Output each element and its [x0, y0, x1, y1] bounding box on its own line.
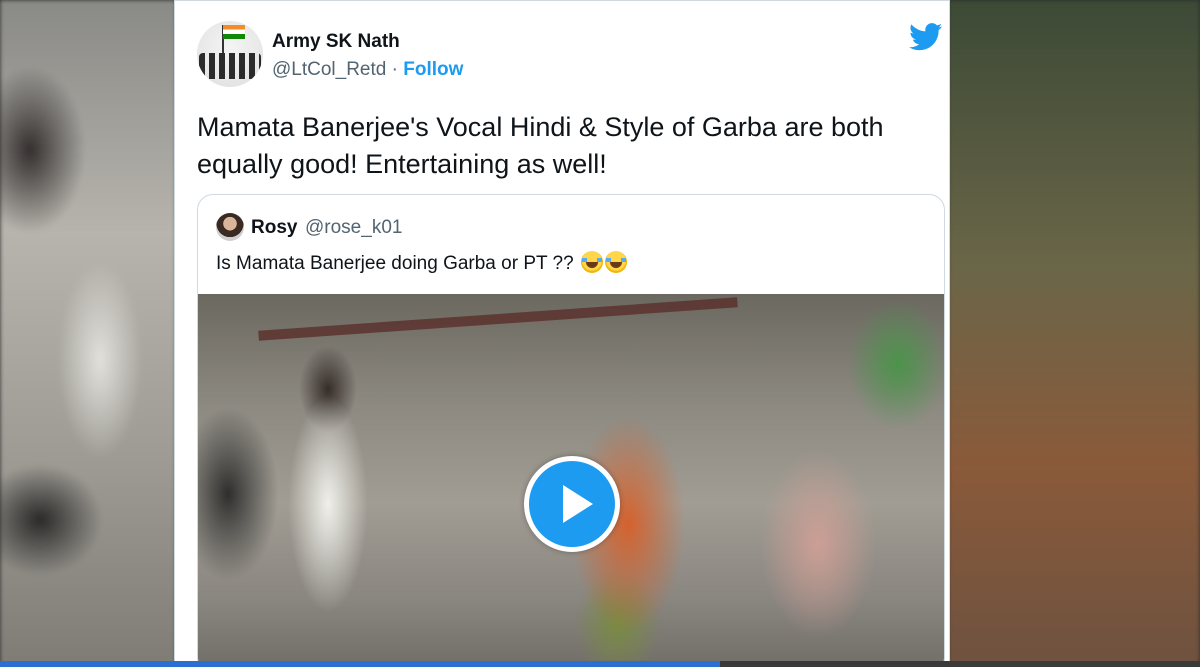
indian-flag-icon — [223, 25, 245, 39]
quoted-tweet-text-body: Is Mamata Banerjee doing Garba or PT ?? — [216, 253, 574, 274]
quoted-author-avatar[interactable] — [216, 213, 244, 241]
video-background-left — [0, 0, 176, 667]
tweet-card: Army SK Nath @LtCol_Retd · Follow Mamata… — [174, 0, 950, 667]
quoted-tweet-text: Is Mamata Banerjee doing Garba or PT ?? — [216, 251, 627, 275]
follow-button[interactable]: Follow — [403, 59, 463, 80]
tears-of-joy-emoji-icon — [580, 251, 603, 273]
author-handle[interactable]: @LtCol_Retd — [272, 59, 386, 80]
quoted-author-name: Rosy — [251, 217, 298, 238]
author-handle-row: @LtCol_Retd · Follow — [272, 59, 463, 81]
quoted-author-handle: @rose_k01 — [305, 217, 403, 238]
video-progress-bar[interactable] — [0, 661, 1200, 667]
video-frame-scene — [258, 297, 738, 341]
twitter-bird-icon[interactable] — [909, 23, 943, 51]
play-icon[interactable] — [524, 456, 620, 552]
video-background-right — [948, 0, 1200, 667]
author-avatar[interactable] — [197, 21, 263, 87]
tweet-text: Mamata Banerjee's Vocal Hindi & Style of… — [197, 112, 884, 179]
tears-of-joy-emoji-icon — [604, 251, 627, 273]
video-player[interactable] — [198, 294, 944, 667]
quoted-tweet[interactable]: Rosy @rose_k01 Is Mamata Banerjee doing … — [197, 194, 945, 667]
separator-dot: · — [391, 59, 398, 80]
video-progress-fill — [0, 661, 720, 667]
author-name[interactable]: Army SK Nath — [272, 31, 400, 53]
soldiers-silhouette — [199, 53, 261, 79]
